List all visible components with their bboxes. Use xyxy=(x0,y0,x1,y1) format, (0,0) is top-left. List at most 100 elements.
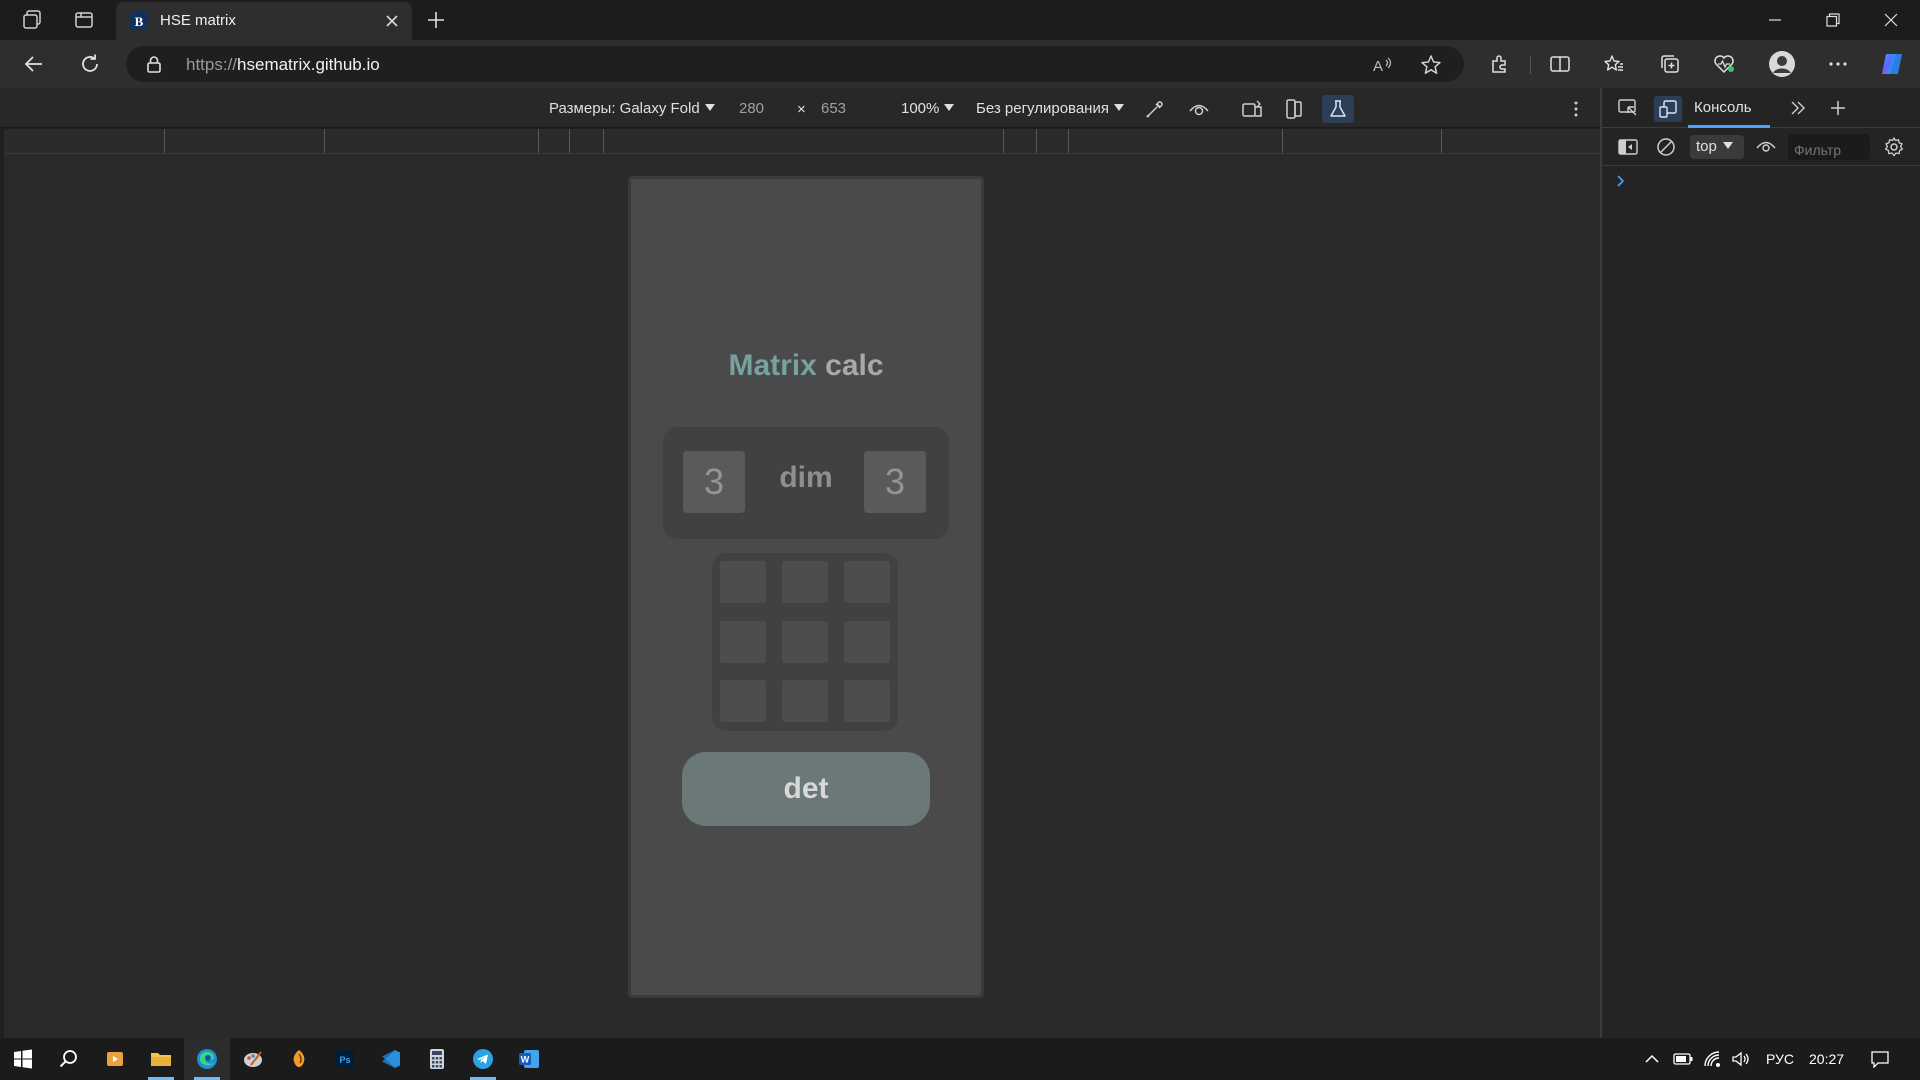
search-icon[interactable] xyxy=(46,1038,92,1080)
app-title-accent: Matrix xyxy=(728,349,817,382)
device-toolbar: Размеры: Galaxy Fold 280 × 653 100% Без … xyxy=(0,88,1600,128)
telegram-icon[interactable] xyxy=(460,1038,506,1080)
back-arrow-icon[interactable] xyxy=(20,50,48,78)
browser-essentials-icon[interactable] xyxy=(1710,50,1738,78)
edge-taskbar-icon[interactable] xyxy=(184,1038,230,1080)
rotate-device-icon[interactable] xyxy=(1281,96,1307,122)
matrix-cell[interactable] xyxy=(782,621,828,663)
live-expression-eye-icon[interactable] xyxy=(1754,135,1778,159)
ruler-tick xyxy=(1282,129,1283,153)
title-bar: В HSE matrix xyxy=(0,0,1920,40)
console-settings-gear-icon[interactable] xyxy=(1882,135,1906,159)
experimental-flask-icon[interactable] xyxy=(1322,95,1354,123)
taskbar-clock[interactable]: 20:27 xyxy=(1809,1051,1844,1067)
tab-actions-icon[interactable] xyxy=(72,8,96,32)
media-player-icon[interactable] xyxy=(92,1038,138,1080)
show-hidden-icons-chevron-icon[interactable] xyxy=(1642,1049,1662,1069)
start-windows-icon[interactable] xyxy=(0,1038,46,1080)
rows-input[interactable]: 3 xyxy=(683,451,745,513)
media-query-ruler[interactable] xyxy=(4,129,1600,154)
fl-studio-icon[interactable] xyxy=(276,1038,322,1080)
throttling-dropdown[interactable]: Без регулирования xyxy=(976,100,1124,117)
ruler-tick xyxy=(1068,129,1069,153)
split-screen-icon[interactable] xyxy=(1546,50,1574,78)
matrix-cell[interactable] xyxy=(782,680,828,722)
device-toolbar-more-icon[interactable] xyxy=(1563,96,1589,122)
dimension-times-sign: × xyxy=(797,101,806,118)
clear-console-icon[interactable] xyxy=(1654,135,1678,159)
svg-text:Ps: Ps xyxy=(339,1055,350,1065)
tab-close-icon[interactable] xyxy=(382,11,402,31)
chevron-down-icon xyxy=(944,104,955,111)
matrix-cell[interactable] xyxy=(782,561,828,603)
dimension-selector: 3 dim 3 xyxy=(663,427,949,539)
more-options-icon[interactable] xyxy=(1824,50,1852,78)
matrix-cell[interactable] xyxy=(720,561,766,603)
matrix-cell[interactable] xyxy=(720,621,766,663)
extensions-icon[interactable] xyxy=(1486,50,1514,78)
ruler-tick xyxy=(1036,129,1037,153)
close-window-icon[interactable] xyxy=(1862,0,1920,40)
ruler-tick xyxy=(569,129,570,153)
profile-avatar[interactable] xyxy=(1768,50,1796,78)
wifi-icon[interactable] xyxy=(1702,1049,1724,1069)
vision-deficiency-icon[interactable] xyxy=(1186,96,1212,122)
ruler-tick xyxy=(538,129,539,153)
notifications-icon[interactable] xyxy=(1868,1049,1892,1069)
matrix-cell[interactable] xyxy=(720,680,766,722)
det-button[interactable]: det xyxy=(682,752,930,826)
vscode-icon[interactable] xyxy=(368,1038,414,1080)
svg-text:В: В xyxy=(135,14,144,29)
device-width-input[interactable]: 280 xyxy=(739,100,764,117)
url-text[interactable]: https://hsematrix.github.io xyxy=(186,55,380,75)
calculator-icon[interactable] xyxy=(414,1038,460,1080)
restore-icon[interactable] xyxy=(1804,0,1862,40)
console-prompt-chevron-icon[interactable] xyxy=(1616,174,1626,188)
favorite-star-icon[interactable] xyxy=(1418,52,1444,78)
browser-tab-active[interactable]: В HSE matrix xyxy=(116,2,412,40)
input-language[interactable]: РУС xyxy=(1766,1051,1794,1067)
matrix-cell[interactable] xyxy=(844,680,890,722)
dim-label: dim xyxy=(779,461,833,494)
read-aloud-icon[interactable]: A xyxy=(1370,52,1396,78)
add-tab-icon[interactable] xyxy=(1826,96,1850,120)
refresh-icon[interactable] xyxy=(76,50,104,78)
cols-input[interactable]: 3 xyxy=(864,451,926,513)
copilot-icon[interactable] xyxy=(1878,50,1906,78)
more-tabs-chevron-icon[interactable] xyxy=(1786,96,1810,120)
context-selector[interactable]: top xyxy=(1690,135,1744,159)
chevron-down-icon xyxy=(1722,142,1733,149)
device-height-input[interactable]: 653 xyxy=(821,100,846,117)
file-explorer-icon[interactable] xyxy=(138,1038,184,1080)
matrix-cell[interactable] xyxy=(844,561,890,603)
tab-console[interactable]: Консоль xyxy=(1694,99,1752,116)
ruler-tick xyxy=(324,129,325,153)
zoom-value: 100% xyxy=(901,100,940,117)
workspaces-icon[interactable] xyxy=(20,8,44,32)
ruler-tick xyxy=(164,129,165,153)
paint-app-icon[interactable] xyxy=(230,1038,276,1080)
matrix-cell[interactable] xyxy=(844,621,890,663)
new-tab-icon[interactable] xyxy=(424,8,448,32)
sidebar-toggle-icon[interactable] xyxy=(1616,135,1640,159)
device-posture-icon[interactable] xyxy=(1240,96,1266,122)
device-dimensions-dropdown[interactable]: Размеры: Galaxy Fold xyxy=(549,100,715,117)
console-filter-input[interactable] xyxy=(1788,134,1870,160)
ruler-tick xyxy=(1441,129,1442,153)
ruler-tick xyxy=(1003,129,1004,153)
lock-icon[interactable] xyxy=(146,55,162,73)
toggle-device-toolbar-icon[interactable] xyxy=(1654,96,1682,122)
favorites-icon[interactable] xyxy=(1600,50,1628,78)
zoom-dropdown[interactable]: 100% xyxy=(901,100,955,117)
word-icon[interactable]: W xyxy=(506,1038,552,1080)
collections-icon[interactable] xyxy=(1656,50,1684,78)
address-bar[interactable]: https://hsematrix.github.io A xyxy=(126,46,1464,82)
battery-icon[interactable] xyxy=(1672,1049,1694,1069)
minimize-icon[interactable] xyxy=(1746,0,1804,40)
ruler-tick xyxy=(603,129,604,153)
eyedropper-icon[interactable] xyxy=(1142,96,1168,122)
photoshop-icon[interactable]: Ps xyxy=(322,1038,368,1080)
inspect-element-icon[interactable] xyxy=(1616,96,1640,120)
url-scheme: https:// xyxy=(186,55,238,74)
volume-icon[interactable] xyxy=(1730,1049,1752,1069)
